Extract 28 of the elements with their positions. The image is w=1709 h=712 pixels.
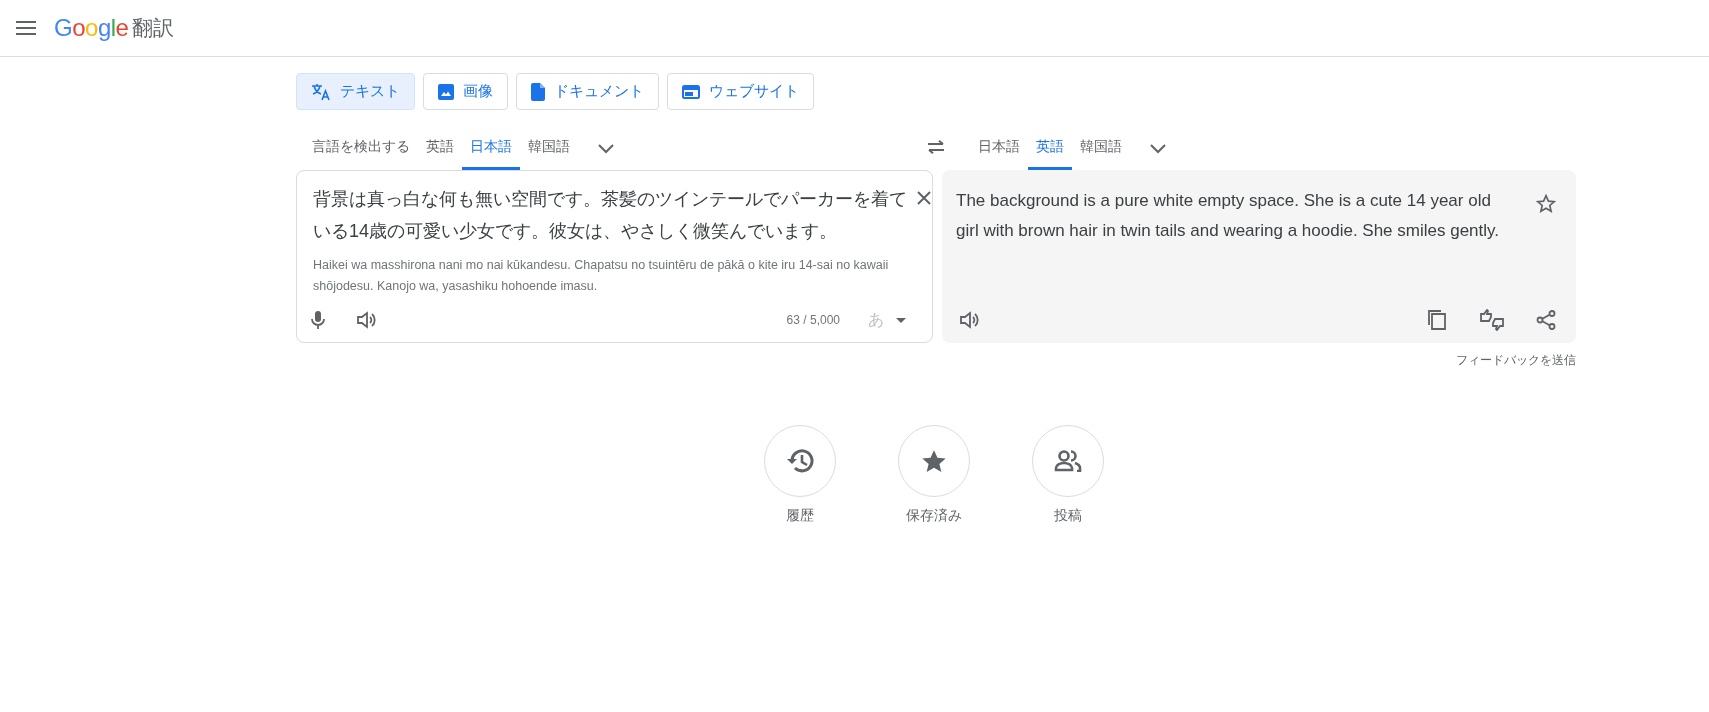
- language-tab[interactable]: 言語を検出する: [304, 126, 418, 170]
- mode-tab[interactable]: 画像: [423, 73, 508, 110]
- shortcut-label: 履歴: [785, 506, 814, 525]
- shortcut-label: 保存済み: [905, 506, 962, 525]
- translation-text: The background is a pure white empty space. She is a cute 14 year old girl with brown hair in twin tails and wearing a hoodie. She smiles gently.: [956, 190, 1500, 242]
- mode-tab[interactable]: テキスト: [296, 73, 415, 110]
- image-icon: [438, 83, 454, 100]
- history-icon: [785, 448, 814, 474]
- translate-icon: [311, 82, 331, 101]
- product-name: 翻訳: [132, 15, 175, 42]
- mode-tab[interactable]: ドキュメント: [516, 73, 659, 110]
- language-tab[interactable]: 韓国語: [520, 126, 578, 170]
- language-tab[interactable]: 日本語: [462, 126, 520, 170]
- logo-text[interactable]: Google: [54, 10, 129, 46]
- send-feedback-link[interactable]: フィードバックを送信: [1456, 351, 1576, 369]
- character-count: 63 / 5,000: [786, 312, 840, 329]
- website-icon: [682, 84, 700, 99]
- language-tab[interactable]: 日本語: [970, 126, 1028, 170]
- language-tab[interactable]: 韓国語: [1072, 126, 1130, 170]
- star-icon: [920, 448, 947, 474]
- language-tab[interactable]: 英語: [418, 126, 462, 170]
- dropdown-caret-icon[interactable]: [896, 317, 906, 323]
- mode-tab[interactable]: ウェブサイト: [667, 73, 814, 110]
- document-icon: [531, 82, 545, 101]
- romanization-text: Haikei wa masshirona nani mo nai kūkandesu. Chapatsu no tsuintēru de pākā o kite iru 14-sai no kawaii shōjodesu. Kanojo wa, yasashiku hohoende imasu.: [313, 257, 890, 295]
- people-icon: [1053, 450, 1082, 472]
- source-text-field[interactable]: 背景は真っ白な何も無い空間です。茶髪のツインテールでパーカーを着ている14歳の可愛い少女です。彼女は、やさしく微笑んでいます。: [313, 183, 913, 247]
- shortcut-label: 投稿: [1053, 506, 1082, 525]
